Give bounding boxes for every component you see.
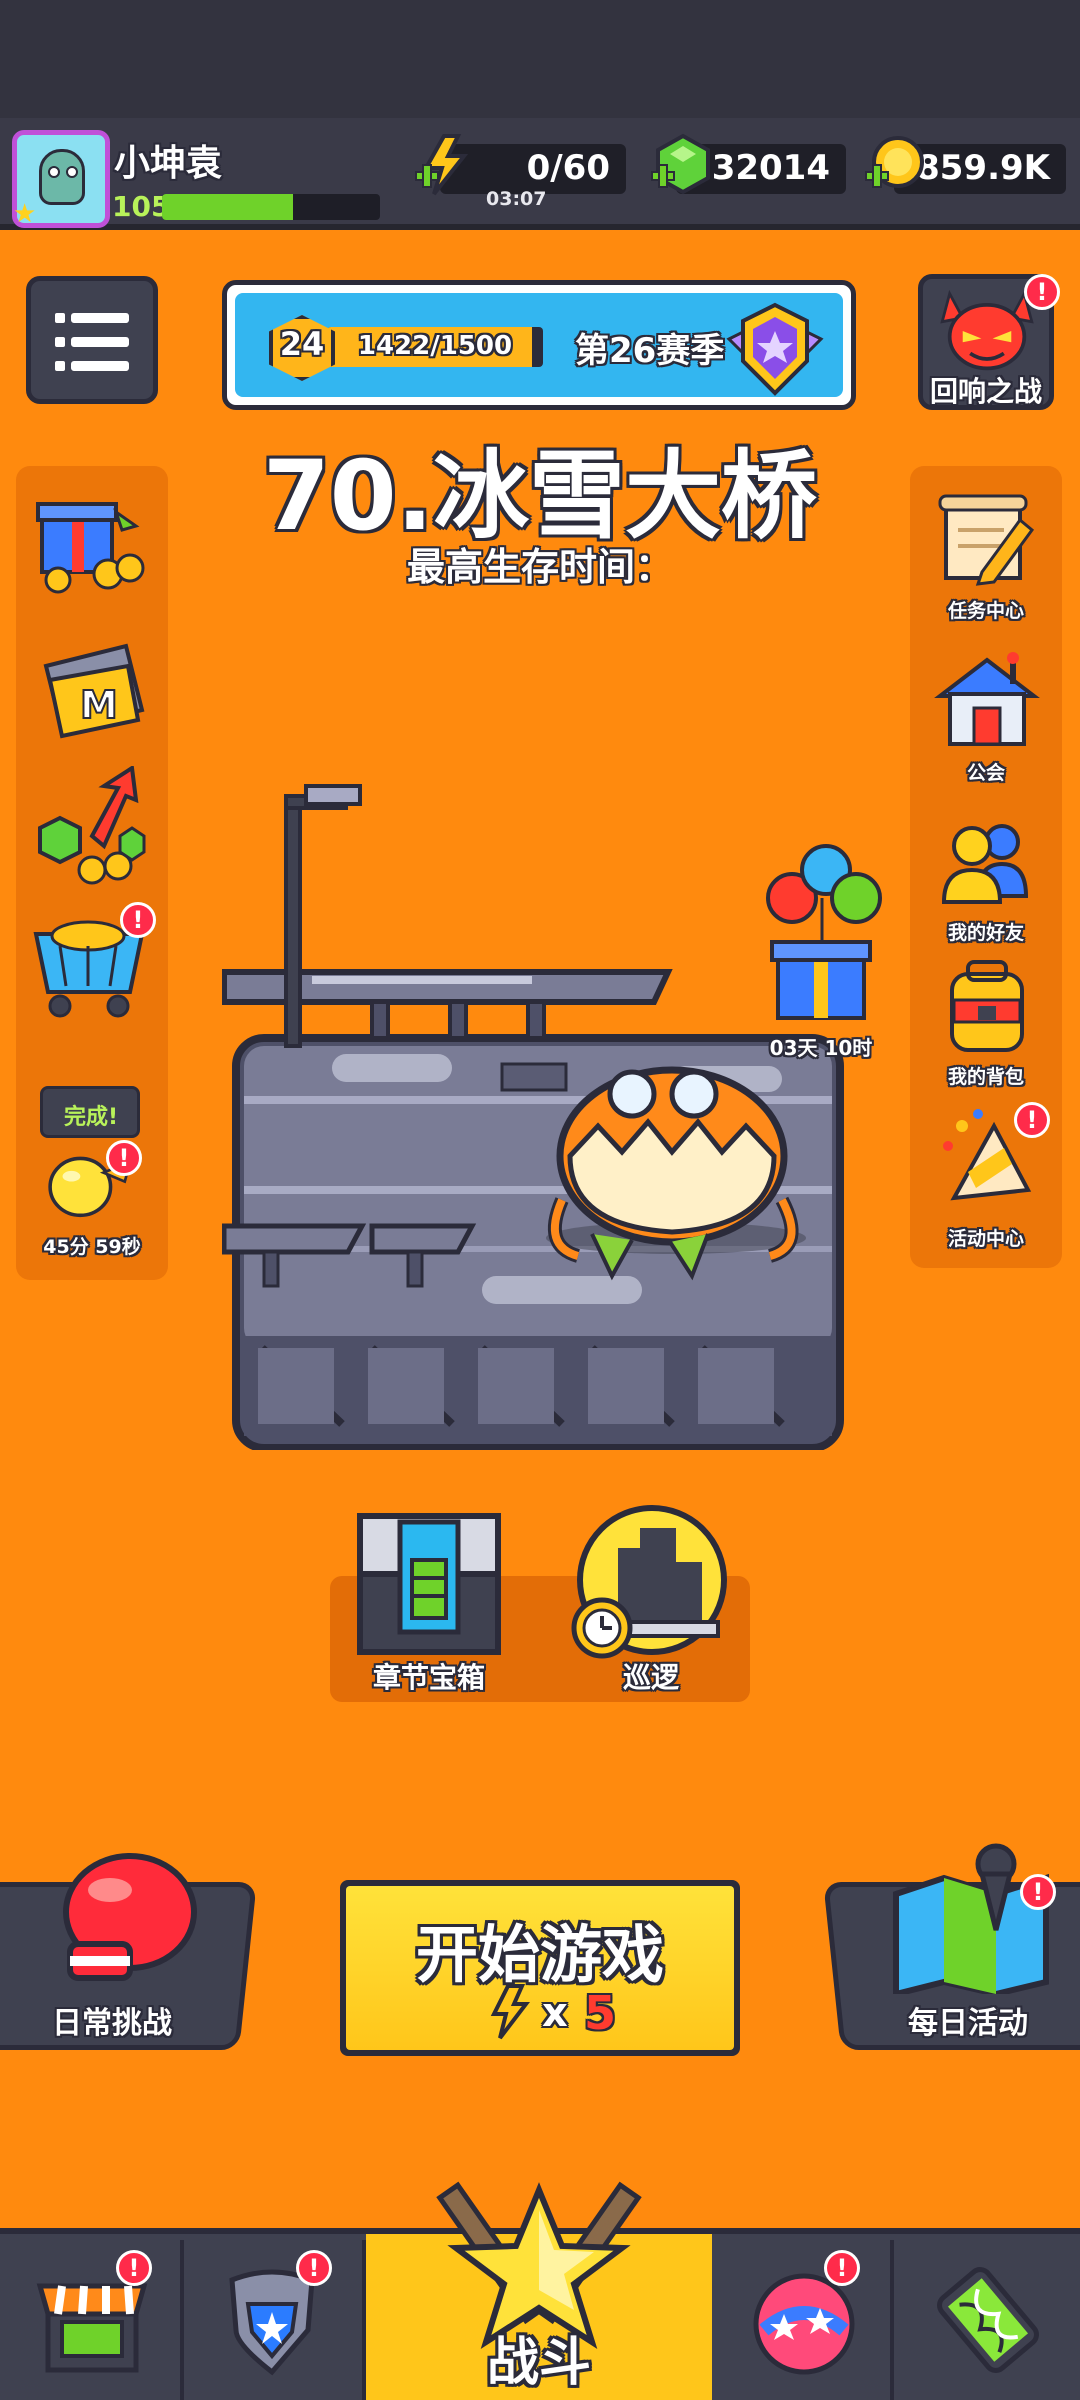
idle-reward-timer: 45分 59秒	[43, 1236, 141, 1258]
menu-icon	[71, 337, 129, 347]
svg-text:M: M	[80, 683, 118, 727]
activity-center-label: 活动中心	[947, 1228, 1024, 1250]
patrol-label: 巡逻	[622, 1661, 679, 1694]
menu-icon	[55, 313, 65, 323]
daily-activity-alert-badge: !	[1020, 1874, 1056, 1910]
daily-challenge-label: 日常挑战	[52, 2006, 172, 2041]
backpack-icon	[950, 960, 1024, 1052]
daily-activity-label: 每日活动	[908, 2006, 1028, 2041]
gift-box-icon	[36, 502, 145, 594]
friends-label: 我的好友	[947, 922, 1024, 944]
menu-button[interactable]	[26, 276, 158, 404]
growth-fund-button[interactable]	[16, 766, 168, 886]
chapter-chest-label: 章节宝箱	[372, 1661, 485, 1694]
gem-value: 32014	[711, 148, 830, 188]
gem-icon[interactable]	[650, 132, 716, 198]
backpack-button[interactable]: 我的背包	[910, 956, 1062, 1088]
map-icon	[893, 1843, 1049, 1994]
completed-bubble: 完成!	[40, 1086, 140, 1138]
tab-talent[interactable]: !	[712, 2240, 894, 2400]
balloon-gift-timer: 03天 10时	[769, 1036, 873, 1060]
guild-house-icon	[934, 652, 1040, 746]
menu-icon	[55, 361, 65, 371]
echo-battle-alert-badge: !	[1024, 274, 1060, 310]
xp-fill	[162, 194, 293, 220]
start-game-label: 开始游戏	[415, 1918, 664, 1991]
dna-evolution-icon	[937, 2267, 1039, 2373]
friends-icon	[941, 824, 1029, 904]
season-label: 第26赛季	[575, 331, 725, 371]
coin-icon[interactable]	[864, 132, 930, 198]
menu-icon	[71, 361, 129, 371]
idle-reward-alert-badge: !	[106, 1140, 142, 1176]
equipment-alert-badge: !	[296, 2250, 332, 2286]
echo-battle-label: 回响之战	[929, 375, 1042, 408]
task-center-button[interactable]: 任务中心	[910, 488, 1062, 622]
tab-equipment[interactable]: !	[184, 2240, 366, 2400]
start-cost-value: 5	[584, 1986, 617, 2040]
scroll-icon	[938, 494, 1035, 586]
m-card-button[interactable]: M	[16, 636, 168, 746]
start-game-button[interactable]: 开始游戏 x 5	[340, 1880, 740, 2056]
chest-icon	[357, 1513, 501, 1655]
season-level: 24	[279, 325, 325, 363]
start-cost-prefix: x	[542, 1990, 568, 2036]
avatar-eye	[66, 166, 78, 178]
friends-button[interactable]: 我的好友	[910, 812, 1062, 944]
season-panel-inner: 1422/1500 24 第26赛季	[235, 293, 843, 397]
completed-bubble-text: 完成!	[63, 1105, 119, 1130]
idle-reward-button[interactable]: 完成! ! 45分 59秒	[16, 1086, 168, 1266]
m-card-icon: M	[43, 643, 145, 739]
guild-button[interactable]: 公会	[910, 652, 1062, 784]
player-name: 小坤袁	[114, 143, 223, 184]
activity-center-alert-badge: !	[1014, 1102, 1050, 1138]
tab-battle-label: 战斗	[486, 2333, 591, 2393]
lightning-icon	[490, 1984, 530, 2040]
right-feature-column: 任务中心 公会 我的好友 我的背包 ! 活动中心	[910, 466, 1062, 1268]
patrol-button[interactable]: 巡逻	[566, 1504, 736, 1698]
status-area	[0, 0, 1080, 120]
chapter-chest-button[interactable]: 章节宝箱	[354, 1508, 504, 1698]
backpack-label: 我的背包	[947, 1066, 1024, 1088]
left-feature-column: M ! 完成! ! 45分 59秒	[16, 466, 168, 1280]
lightning-icon[interactable]	[414, 132, 480, 198]
season-emblem-icon	[726, 302, 824, 396]
task-center-label: 任务中心	[947, 600, 1024, 622]
energy-timer: 03:07	[486, 188, 547, 210]
shop-cart-button[interactable]: !	[16, 902, 168, 1036]
menu-icon	[71, 313, 129, 323]
coin-value: 859.9K	[916, 148, 1050, 188]
talent-alert-badge: !	[824, 2250, 860, 2286]
guild-label: 公会	[966, 762, 1005, 784]
balloon-gift-button[interactable]: 03天 10时	[756, 836, 886, 1060]
balloon-gift-icon	[766, 844, 882, 1020]
activity-center-button[interactable]: ! 活动中心	[910, 1102, 1062, 1256]
growth-fund-icon	[38, 766, 146, 885]
avatar[interactable]: ★	[12, 130, 110, 229]
xp-bar	[162, 194, 380, 220]
start-game-button-face: 开始游戏 x 5	[346, 1886, 734, 2050]
shop-alert-badge: !	[116, 2250, 152, 2286]
avatar-face	[39, 149, 85, 205]
energy-value: 0/60	[526, 148, 610, 188]
tab-evolution[interactable]	[894, 2240, 1080, 2400]
season-panel[interactable]: 1422/1500 24 第26赛季	[222, 280, 856, 410]
shop-cart-alert-badge: !	[120, 902, 156, 938]
star-icon: ★	[13, 199, 37, 229]
season-progress-text: 1422/1500	[357, 331, 513, 361]
menu-icon	[55, 337, 65, 347]
tab-shop[interactable]: !	[0, 2240, 184, 2400]
gift-box-button[interactable]	[16, 486, 168, 596]
top-resource-bar: ★ 小坤袁 105 0/60 03:07 32014 859.9K	[0, 118, 1080, 230]
avatar-eye	[48, 166, 60, 178]
patrol-icon	[571, 1505, 727, 1659]
boxing-glove-icon	[63, 1853, 197, 1981]
